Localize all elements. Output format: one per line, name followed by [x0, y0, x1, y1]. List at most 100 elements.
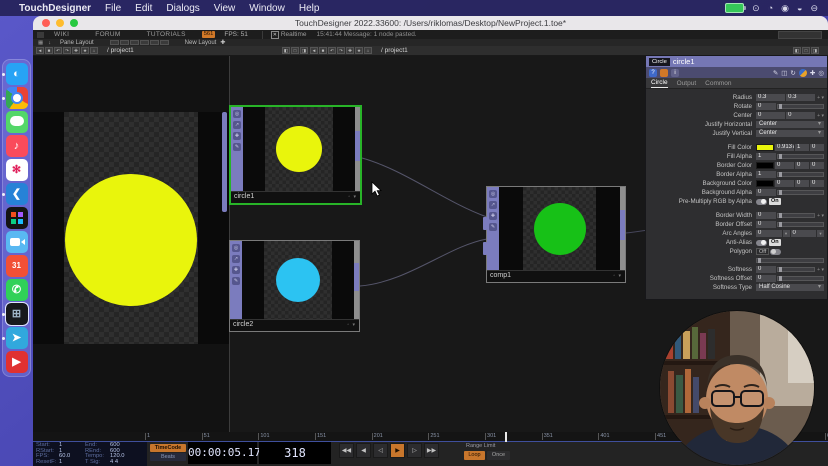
- live-badge-icon[interactable]: ▶: [6, 351, 28, 373]
- param-slider[interactable]: [756, 258, 824, 263]
- menu-edit[interactable]: Edit: [128, 3, 159, 14]
- bypass-icon[interactable]: ◎: [818, 69, 824, 77]
- right-pane-nav-button-7[interactable]: ⌂: [364, 47, 372, 54]
- parameter-header[interactable]: Circle circle1: [646, 56, 827, 67]
- viewer-scrollbar[interactable]: [222, 112, 227, 212]
- node-toolbar[interactable]: ◎↗✚✎: [230, 241, 242, 319]
- checkbox-icon[interactable]: ✕: [271, 31, 279, 39]
- left-pane-nav-button-6[interactable]: ★: [81, 47, 89, 54]
- comment-icon[interactable]: ◫: [781, 69, 787, 77]
- link-tutorials[interactable]: TUTORIALS: [147, 31, 186, 38]
- tab-common[interactable]: Common: [705, 80, 731, 88]
- right-pane-nav-button-3[interactable]: ↶: [328, 47, 336, 54]
- operator-name[interactable]: circle1: [673, 57, 695, 66]
- slider-handle[interactable]: [758, 258, 761, 263]
- param-slider[interactable]: [777, 213, 815, 218]
- slider-handle[interactable]: [779, 267, 782, 272]
- menu-file[interactable]: File: [98, 3, 128, 14]
- param-value-field[interactable]: 0: [756, 212, 776, 219]
- toggle-switch[interactable]: [756, 199, 767, 205]
- left-pane-nav-button-3[interactable]: ↶: [54, 47, 62, 54]
- td-logo-icon[interactable]: [37, 32, 44, 38]
- link-forum[interactable]: FORUM: [95, 31, 120, 38]
- param-value-field[interactable]: 0: [810, 144, 824, 151]
- slack-icon[interactable]: ✻: [6, 159, 28, 181]
- param-value-field[interactable]: 0: [756, 266, 776, 273]
- param-row-menu-icon[interactable]: + ▾: [817, 267, 824, 273]
- music-icon[interactable]: ♪: [6, 135, 28, 157]
- color-swatch[interactable]: [756, 144, 774, 151]
- node-viewer[interactable]: [242, 241, 354, 319]
- node-toolbar-icon-1[interactable]: ◎: [232, 244, 240, 252]
- input-connector-1[interactable]: [483, 217, 487, 230]
- param-value-field[interactable]: 0: [786, 112, 815, 119]
- node-toolbar-icon-3[interactable]: ✚: [489, 212, 497, 220]
- left-pane-control-icon-2[interactable]: □: [291, 47, 299, 54]
- param-row-menu-icon[interactable]: + ▾: [817, 95, 824, 101]
- vscode-icon[interactable]: ❮: [6, 183, 28, 205]
- param-value-field[interactable]: 0: [756, 103, 776, 110]
- right-pane-path[interactable]: / project1: [381, 47, 408, 54]
- add-icon[interactable]: ✚: [810, 69, 815, 77]
- right-pane-control-icon-2[interactable]: □: [802, 47, 810, 54]
- color-swatch[interactable]: [756, 162, 774, 169]
- param-value-field[interactable]: 0: [810, 162, 824, 169]
- param-value-field[interactable]: 0: [791, 230, 817, 237]
- tab-circle[interactable]: Circle: [651, 79, 668, 88]
- once-button[interactable]: Once: [487, 451, 510, 460]
- layout-preset-4[interactable]: [140, 40, 149, 45]
- recook-icon[interactable]: ↻: [790, 69, 795, 77]
- node-scrollbar[interactable]: [354, 241, 359, 319]
- param-row-menu-icon[interactable]: + ▾: [817, 113, 824, 119]
- node-toolbar-icon-1[interactable]: ◎: [233, 110, 241, 118]
- node-toolbar-icon-3[interactable]: ✚: [232, 266, 240, 274]
- chevron-down-icon[interactable]: ▾: [817, 230, 824, 237]
- parameter-dialog[interactable]: Circle circle1 ?i ✎◫↻✚◎ CircleOutputComm…: [645, 55, 828, 300]
- param-value-field[interactable]: 0: [775, 162, 794, 169]
- slider-handle[interactable]: [779, 154, 782, 159]
- pane-layout-label[interactable]: Pane Layout: [60, 40, 94, 46]
- bookmark-bar-stub[interactable]: [778, 31, 822, 39]
- slider-handle[interactable]: [779, 222, 782, 227]
- right-pane-nav-button-4[interactable]: ↷: [337, 47, 345, 54]
- param-value-field[interactable]: 0: [756, 112, 785, 119]
- left-pane-control-icon-1[interactable]: ◧: [282, 47, 290, 54]
- param-slider[interactable]: [777, 190, 824, 195]
- left-pane-nav-button-1[interactable]: ◄: [36, 47, 44, 54]
- node-toolbar-icon-3[interactable]: ✚: [233, 132, 241, 140]
- frame-display[interactable]: 318: [259, 442, 331, 464]
- performance-badge[interactable]: 561: [202, 31, 216, 38]
- link-wiki[interactable]: WIKI: [54, 31, 69, 38]
- layout-preset-6[interactable]: [160, 40, 169, 45]
- param-value-field[interactable]: 0: [795, 162, 809, 169]
- loop-button[interactable]: Loop: [464, 451, 485, 460]
- jump-end-button[interactable]: ▶▶: [424, 443, 439, 458]
- node-circle2[interactable]: ◎↗✚✎circle2▫ ▾: [229, 240, 360, 332]
- facetime-icon[interactable]: [6, 231, 28, 253]
- toggle-switch[interactable]: [770, 249, 781, 255]
- node-toolbar-icon-2[interactable]: ↗: [233, 121, 241, 129]
- node-scrollbar[interactable]: [620, 187, 625, 270]
- param-slider[interactable]: [777, 222, 824, 227]
- play-reverse-button[interactable]: ◁: [373, 443, 388, 458]
- new-layout-label[interactable]: New Layout: [185, 40, 217, 46]
- param-slider[interactable]: [777, 267, 815, 272]
- lock-icon[interactable]: [660, 69, 668, 77]
- node-toolbar-icon-4[interactable]: ✎: [233, 143, 241, 151]
- param-slider[interactable]: [777, 154, 824, 159]
- realtime-toggle[interactable]: ✕ Realtime: [262, 31, 307, 39]
- slider-handle[interactable]: [779, 172, 782, 177]
- node-viewer[interactable]: [499, 187, 620, 270]
- timeline-field-value[interactable]: 4 4: [110, 460, 136, 466]
- slider-handle[interactable]: [779, 104, 782, 109]
- playhead[interactable]: [505, 432, 507, 442]
- messages-icon[interactable]: [6, 111, 28, 133]
- layout-preset-5[interactable]: [150, 40, 159, 45]
- param-value-field[interactable]: 0: [756, 221, 776, 228]
- layout-preset-3[interactable]: [130, 40, 139, 45]
- right-pane-nav-button-5[interactable]: ✚: [346, 47, 354, 54]
- output-connector[interactable]: [355, 131, 360, 161]
- left-pane-nav-button-5[interactable]: ✚: [72, 47, 80, 54]
- layout-preset-2[interactable]: [120, 40, 129, 45]
- left-pane-path[interactable]: / project1: [107, 47, 134, 54]
